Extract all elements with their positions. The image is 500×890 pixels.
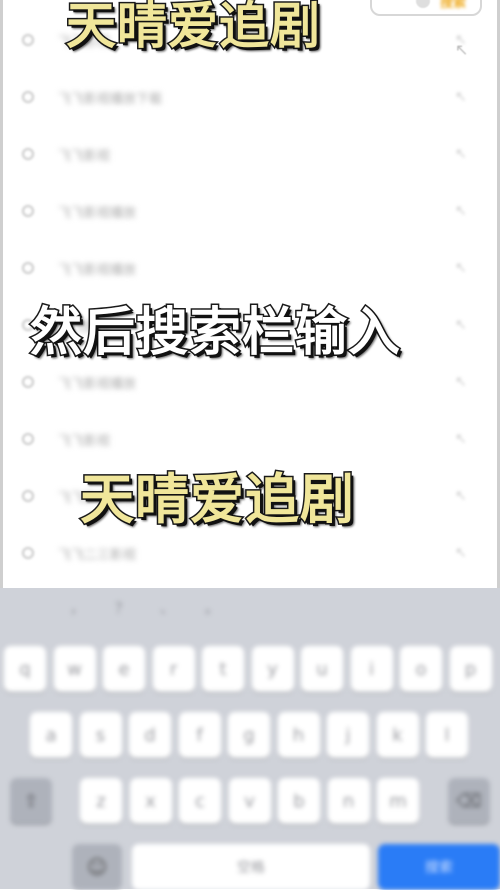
key-l[interactable]: l (426, 712, 468, 758)
shift-key[interactable]: ⇧ (10, 778, 52, 824)
search-history-icon (22, 376, 34, 388)
keyboard: ， ？ 、 。 ☺ 空格 搜索 q w e r t y u i o p a s d f g h j k l z x c v b n m ⇧… (0, 588, 500, 890)
suggestion-row[interactable]: 飞飞影视播放 ↖ (0, 191, 500, 231)
fill-arrow-icon[interactable]: ↖ (455, 260, 467, 276)
fill-arrow-icon[interactable]: ↖ (455, 89, 467, 105)
prediction-item[interactable]: 、 (160, 598, 174, 618)
caption-middle: 然后搜索栏输入 (28, 302, 402, 365)
key-b[interactable]: b (278, 778, 320, 824)
key-j[interactable]: j (327, 712, 369, 758)
key-g[interactable]: g (228, 712, 270, 758)
key-a[interactable]: a (30, 712, 72, 758)
emoji-key[interactable]: ☺ (72, 844, 122, 890)
fill-arrow-icon[interactable]: ↖ (455, 203, 467, 219)
keyboard-keys: ， ？ 、 。 ☺ 空格 搜索 q w e r t y u i o p a s d f g h j k l z x c v b n m ⇧… (0, 588, 500, 890)
search-button-label: 搜索 (439, 0, 466, 11)
key-y[interactable]: y (251, 646, 294, 692)
fill-arrow-icon[interactable]: ↖ (455, 431, 467, 447)
fill-arrow-icon[interactable]: ↖ (455, 32, 467, 48)
backspace-key[interactable]: ⌫ (448, 778, 490, 824)
key-c[interactable]: c (179, 778, 221, 824)
search-history-icon (22, 490, 34, 502)
search-history-icon (22, 148, 34, 160)
suggestion-row[interactable]: 飞飞影视播放 ↖ (0, 248, 500, 288)
key-u[interactable]: u (301, 646, 343, 692)
key-x[interactable]: x (129, 778, 172, 824)
search-history-icon (22, 205, 34, 217)
suggestion-text: 飞飞影视播放 (58, 262, 137, 278)
suggestion-text: 飞飞影视 (58, 433, 111, 449)
fill-arrow-icon[interactable]: ↖ (455, 545, 467, 561)
space-key[interactable]: 空格 (132, 844, 370, 890)
key-w[interactable]: w (53, 646, 96, 692)
suggestion-row[interactable]: 飞飞影视 ↖ (0, 134, 500, 174)
search-history-icon (22, 91, 34, 103)
search-key[interactable]: 搜索 (378, 844, 500, 890)
prediction-item[interactable]: 。 (205, 598, 219, 618)
key-h[interactable]: h (277, 712, 320, 758)
key-s[interactable]: s (79, 712, 122, 758)
caption-bottom: 天晴爱追剧 (79, 467, 356, 533)
suggestion-row[interactable]: 飞飞影视 ↖ (0, 419, 500, 459)
key-i[interactable]: i (350, 646, 393, 692)
fill-arrow-icon[interactable]: ↖ (455, 374, 467, 390)
suggestion-text: 飞飞二三影视 (58, 547, 137, 563)
search-indicator-icon (415, 0, 430, 8)
key-n[interactable]: n (327, 778, 370, 824)
prediction-bar: ， ？ 、 。 (0, 592, 500, 628)
fill-arrow-icon[interactable]: ↖ (455, 146, 467, 162)
suggestion-text: 飞飞影视播放 (58, 376, 137, 392)
search-button[interactable]: 搜索 (370, 0, 482, 16)
fill-arrow-icon[interactable]: ↖ (455, 488, 467, 504)
key-t[interactable]: t (202, 646, 244, 692)
suggestion-row[interactable]: 飞飞影视播放下载 ↖ (0, 77, 500, 117)
key-m[interactable]: m (377, 778, 419, 824)
search-history-icon (22, 547, 34, 559)
key-o[interactable]: o (400, 646, 442, 692)
key-d[interactable]: d (129, 712, 171, 758)
search-history-icon (22, 262, 34, 274)
key-p[interactable]: p (449, 646, 492, 692)
search-history-icon (22, 34, 34, 46)
key-z[interactable]: z (80, 778, 122, 824)
fill-arrow-icon[interactable]: ↖ (455, 317, 467, 333)
emoji-icon: ☺ (86, 855, 108, 879)
suggestion-text: 飞飞影视播放下载 (58, 91, 163, 107)
key-f[interactable]: f (178, 712, 221, 758)
key-v[interactable]: v (228, 778, 271, 824)
key-r[interactable]: r (152, 646, 195, 692)
prediction-item[interactable]: ， (70, 598, 84, 618)
caption-top: 天晴爱追剧 (65, 0, 322, 57)
key-e[interactable]: e (103, 646, 145, 692)
suggestion-text: 飞飞影视 (58, 148, 111, 164)
search-history-icon (22, 433, 34, 445)
suggestion-text: 飞飞影视播放 (58, 205, 137, 221)
suggestion-row[interactable]: 飞飞影视播放 ↖ (0, 362, 500, 402)
key-k[interactable]: k (376, 712, 419, 758)
key-q[interactable]: q (4, 646, 46, 692)
prediction-item[interactable]: ？ (115, 598, 129, 618)
suggestion-row[interactable]: 飞飞二三影视 ↖ (0, 533, 500, 573)
